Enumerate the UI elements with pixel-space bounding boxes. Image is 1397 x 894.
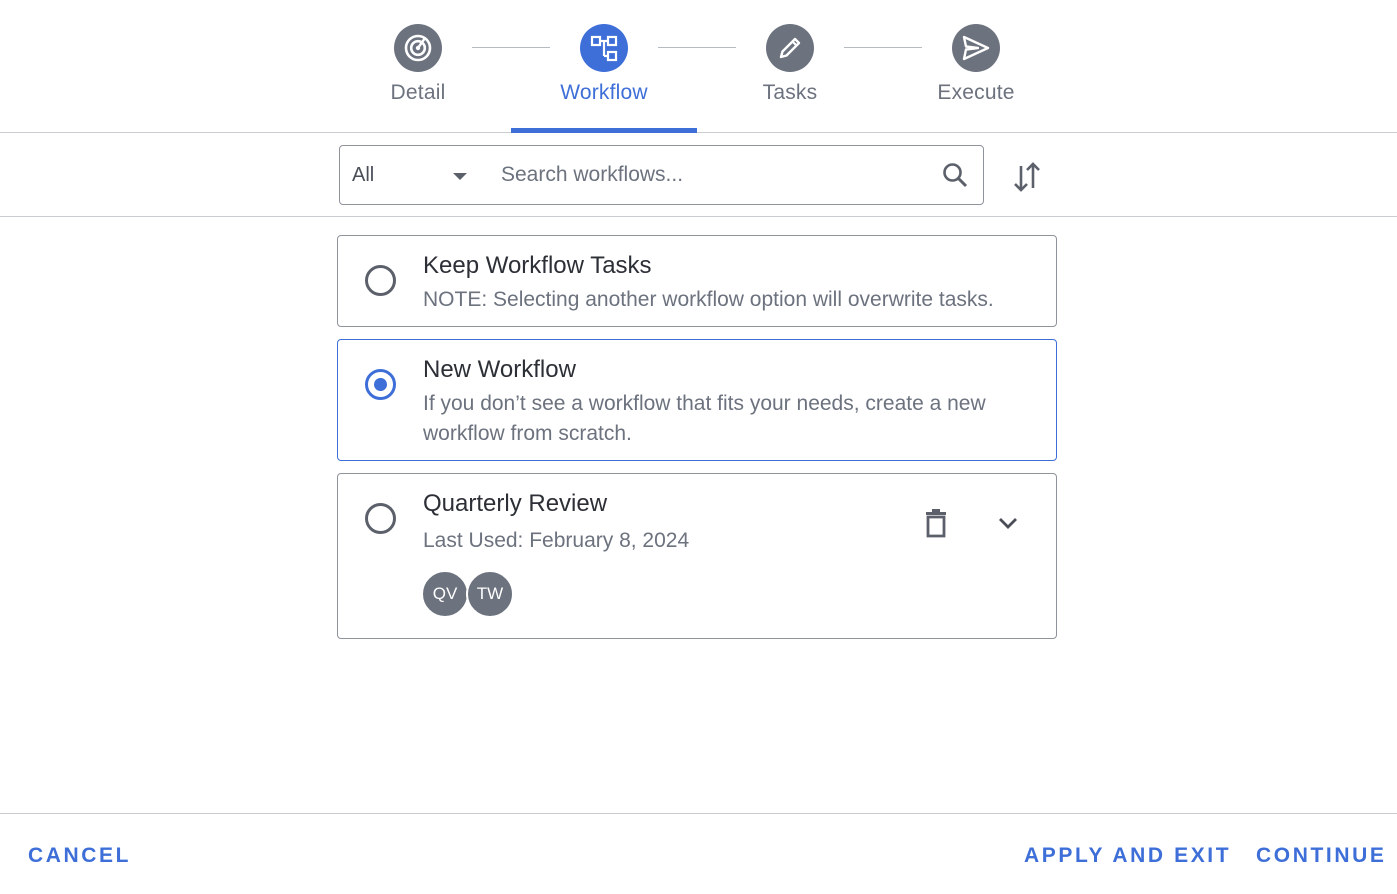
step-label-tasks: Tasks — [762, 81, 818, 104]
option-title: Keep Workflow Tasks — [423, 252, 652, 279]
step-detail[interactable]: Detail — [325, 24, 511, 133]
option-description: NOTE: Selecting another workflow option … — [423, 288, 994, 311]
cancel-button[interactable]: CANCEL — [28, 844, 131, 868]
expand-button[interactable] — [990, 505, 1026, 541]
step-execute[interactable]: Execute — [883, 24, 1069, 133]
avatar: QV — [421, 570, 469, 618]
filter-dropdown[interactable]: All — [340, 146, 485, 204]
avatar: TW — [466, 570, 514, 618]
sort-icon — [1014, 162, 1040, 192]
step-workflow[interactable]: Workflow — [511, 24, 697, 133]
send-icon — [952, 24, 1000, 72]
trash-icon — [926, 509, 946, 538]
apply-and-exit-button[interactable]: APPLY AND EXIT — [1024, 844, 1231, 868]
option-quarterly-review[interactable]: Quarterly Review Last Used: February 8, … — [337, 473, 1057, 639]
radio-keep-workflow-tasks[interactable] — [365, 265, 396, 296]
sort-button[interactable] — [1005, 155, 1049, 199]
search-bar: All — [339, 145, 984, 205]
option-title: Quarterly Review — [423, 490, 608, 517]
workflow-toolbar: All — [0, 133, 1397, 217]
option-description: If you don’t see a workflow that fits yo… — [423, 392, 986, 445]
pencil-icon — [766, 24, 814, 72]
workflow-stepper: Detail Workflow Tasks Execute — [0, 0, 1397, 133]
continue-button[interactable]: CONTINUE — [1256, 844, 1386, 868]
radio-new-workflow[interactable] — [365, 369, 396, 400]
search-icon[interactable] — [927, 146, 983, 204]
dialog-footer: CANCEL APPLY AND EXIT CONTINUE — [0, 813, 1397, 894]
step-tasks[interactable]: Tasks — [697, 24, 883, 133]
filter-value: All — [352, 163, 375, 186]
delete-button[interactable] — [918, 505, 954, 541]
step-label-detail: Detail — [390, 81, 446, 104]
option-keep-workflow-tasks[interactable]: Keep Workflow Tasks NOTE: Selecting anot… — [337, 235, 1057, 327]
step-label-workflow: Workflow — [560, 81, 648, 104]
last-used-date: Last Used: February 8, 2024 — [423, 529, 690, 552]
caret-down-icon — [453, 173, 467, 180]
option-title: New Workflow — [423, 356, 576, 383]
chevron-down-icon — [999, 518, 1017, 529]
target-icon — [394, 24, 442, 72]
search-input[interactable] — [485, 146, 927, 204]
step-label-execute: Execute — [937, 81, 1015, 104]
radio-quarterly-review[interactable] — [365, 503, 396, 534]
option-new-workflow[interactable]: New Workflow If you don’t see a workflow… — [337, 339, 1057, 461]
workflow-icon — [580, 24, 628, 72]
